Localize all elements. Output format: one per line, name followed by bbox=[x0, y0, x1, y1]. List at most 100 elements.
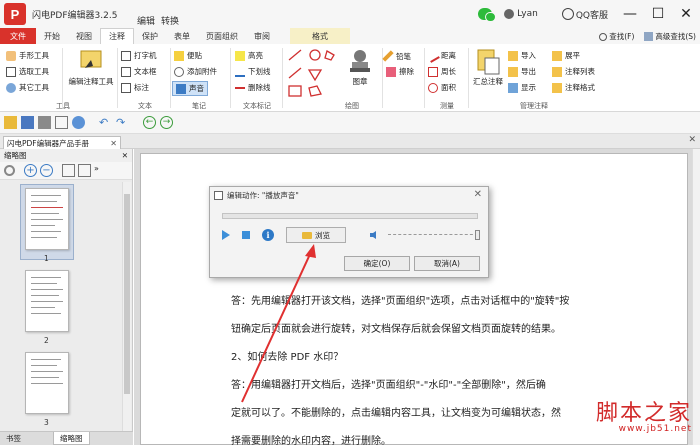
stop-icon[interactable] bbox=[242, 231, 250, 239]
email-icon[interactable] bbox=[55, 116, 68, 129]
sticky-note-button[interactable]: 便贴 bbox=[174, 50, 202, 61]
dialog-close-icon[interactable]: ✕ bbox=[474, 189, 482, 200]
stamp-icon bbox=[350, 50, 370, 72]
undo-icon[interactable]: ↶ bbox=[99, 116, 112, 129]
sound-button[interactable]: 声音 bbox=[172, 81, 208, 96]
qq-icon bbox=[561, 8, 574, 20]
flatten-button[interactable]: 展平 bbox=[552, 50, 580, 61]
area-button[interactable]: 面积 bbox=[428, 82, 456, 93]
user-name[interactable]: Lyan bbox=[517, 9, 538, 19]
perimeter-button[interactable]: 周长 bbox=[428, 66, 456, 77]
thumbnail-page[interactable] bbox=[25, 270, 69, 332]
document-scrollbar[interactable] bbox=[692, 149, 700, 445]
back-icon[interactable]: ← bbox=[143, 116, 156, 129]
volume-slider[interactable] bbox=[388, 234, 478, 237]
volume-slider-knob[interactable] bbox=[475, 230, 480, 240]
add-attachment-button[interactable]: 添加附件 bbox=[174, 66, 217, 77]
ellipse-tool-icon bbox=[309, 49, 321, 61]
more-icon[interactable]: » bbox=[94, 164, 107, 177]
zoom-out-icon[interactable]: − bbox=[40, 164, 53, 177]
annotation-list-button[interactable]: 注释列表 bbox=[552, 66, 595, 77]
tab-page-organize[interactable]: 页面组织 bbox=[198, 28, 246, 44]
edit-annotation-tool-button[interactable]: 编辑注释工具 bbox=[66, 48, 116, 87]
summary-icon bbox=[477, 49, 500, 75]
redo-icon[interactable]: ↷ bbox=[116, 116, 129, 129]
find-icon bbox=[599, 32, 608, 41]
thumbnail-page[interactable] bbox=[25, 352, 69, 414]
print-icon[interactable] bbox=[38, 116, 51, 129]
select-text-icon bbox=[6, 66, 16, 77]
summary-annotations-button[interactable]: 汇总注释 bbox=[470, 48, 506, 87]
group-separator bbox=[424, 48, 425, 108]
thumbnails-tab[interactable]: 缩略图 bbox=[53, 432, 90, 445]
line-tool-icon bbox=[288, 49, 302, 61]
cancel-button[interactable]: 取消(A) bbox=[414, 256, 480, 271]
document-paragraph: 定就可以了。不能删除的，点击编辑内容工具，让文档变为可编辑状态，然 bbox=[231, 408, 561, 419]
info-icon[interactable]: i bbox=[262, 229, 274, 241]
document-tabs: 闪电PDF编辑器产品手册 ✕ ✕ bbox=[0, 134, 700, 149]
annotation-format-button[interactable]: 注释格式 bbox=[552, 82, 595, 93]
rotate-right-icon[interactable] bbox=[78, 164, 91, 177]
tab-format[interactable]: 格式 bbox=[290, 28, 350, 44]
thumbnail-page[interactable] bbox=[25, 188, 69, 250]
close-document-icon[interactable]: ✕ bbox=[688, 135, 696, 145]
dialog-title: 编辑动作: "播放声音" bbox=[227, 191, 299, 200]
thumbnail-scrollbar[interactable] bbox=[122, 182, 131, 432]
thumbnail-panel: 缩略图 ✕ + − » 1 2 3 书签 缩略图 bbox=[0, 149, 133, 445]
bookmarks-tab[interactable]: 书签 bbox=[0, 432, 27, 445]
find-button[interactable]: 查找(F) bbox=[599, 31, 634, 42]
minimize-button[interactable]: — bbox=[616, 0, 644, 28]
document-tab[interactable]: 闪电PDF编辑器产品手册 ✕ bbox=[3, 136, 121, 149]
menu-convert[interactable]: 转换 bbox=[161, 14, 179, 27]
close-panel-icon[interactable]: ✕ bbox=[122, 151, 128, 160]
typewriter-button[interactable]: 打字机 bbox=[121, 50, 157, 61]
tab-protect[interactable]: 保护 bbox=[134, 28, 166, 44]
flatten-icon bbox=[552, 50, 562, 61]
distance-button[interactable]: 距离 bbox=[426, 48, 456, 63]
qq-service-link[interactable]: QQ客服 bbox=[576, 8, 608, 21]
show-button[interactable]: 显示 bbox=[508, 82, 536, 93]
underline-button[interactable]: 下划线 bbox=[235, 66, 271, 77]
callout-button[interactable]: 标注 bbox=[121, 82, 149, 93]
tab-review[interactable]: 审阅 bbox=[246, 28, 278, 44]
group-label-measure: 测量 bbox=[440, 102, 454, 110]
settings-gear-icon[interactable] bbox=[4, 165, 15, 176]
stamp-button[interactable]: 图章 bbox=[340, 48, 380, 87]
tab-file[interactable]: 文件 bbox=[0, 28, 36, 44]
export-button[interactable]: 导出 bbox=[508, 66, 536, 77]
group-label-manage: 管理注释 bbox=[520, 102, 548, 110]
highlight-button[interactable]: 高亮 bbox=[235, 50, 263, 61]
sticky-note-icon bbox=[174, 50, 184, 61]
browse-button[interactable]: 浏览 bbox=[286, 227, 346, 243]
import-label: 导入 bbox=[521, 51, 536, 60]
hand-tool-button[interactable]: 手形工具 bbox=[6, 50, 49, 61]
strikeout-button[interactable]: 删除线 bbox=[235, 82, 271, 93]
eraser-button[interactable]: 擦除 bbox=[386, 66, 414, 77]
group-label-tools: 工具 bbox=[56, 102, 70, 110]
tab-start[interactable]: 开始 bbox=[36, 28, 68, 44]
tab-view[interactable]: 视图 bbox=[68, 28, 100, 44]
textbox-button[interactable]: 文本框 bbox=[121, 66, 157, 77]
scan-icon[interactable] bbox=[72, 116, 85, 129]
app-logo: P bbox=[4, 3, 26, 25]
open-folder-icon[interactable] bbox=[4, 116, 17, 129]
close-window-button[interactable]: ✕ bbox=[672, 0, 700, 28]
playback-progress-bar[interactable] bbox=[222, 213, 478, 219]
menu-edit[interactable]: 编辑 bbox=[137, 14, 155, 27]
pencil-button[interactable]: 铅笔 bbox=[382, 50, 411, 62]
forward-icon[interactable]: → bbox=[160, 116, 173, 129]
tab-form[interactable]: 表单 bbox=[166, 28, 198, 44]
select-tool-button[interactable]: 选取工具 bbox=[6, 66, 49, 77]
save-icon[interactable] bbox=[21, 116, 34, 129]
maximize-button[interactable]: ☐ bbox=[644, 0, 672, 28]
tab-annotate[interactable]: 注释 bbox=[100, 28, 134, 44]
other-tools-button[interactable]: 其它工具 bbox=[6, 82, 49, 93]
advanced-find-button[interactable]: 高级查找(S) bbox=[644, 31, 696, 42]
import-button[interactable]: 导入 bbox=[508, 50, 536, 61]
rotate-left-icon[interactable] bbox=[62, 164, 75, 177]
close-tab-icon[interactable]: ✕ bbox=[110, 139, 117, 148]
zoom-in-icon[interactable]: + bbox=[24, 164, 37, 177]
ok-button[interactable]: 确定(O) bbox=[344, 256, 410, 271]
wechat-icon[interactable] bbox=[478, 8, 497, 22]
play-icon[interactable] bbox=[222, 230, 230, 240]
